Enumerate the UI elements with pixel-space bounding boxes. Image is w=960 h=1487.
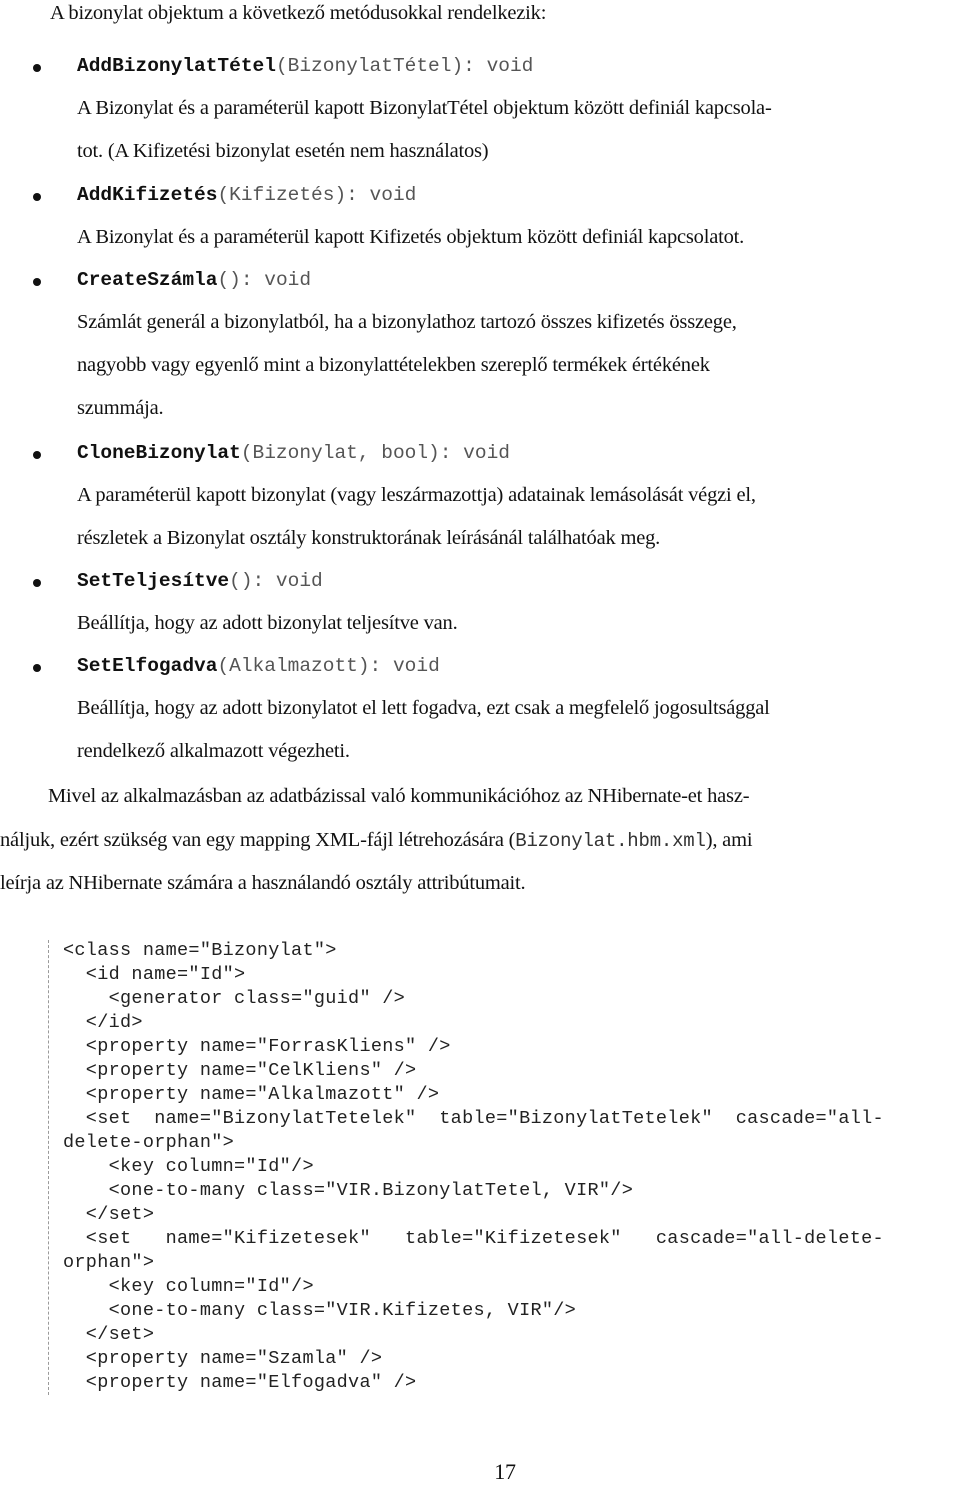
method-params: (Bizonylat, bool): void: [240, 442, 510, 464]
method-name: AddKifizetés: [77, 184, 218, 206]
method-description: Számlát generál a bizonylatból, ha a biz…: [77, 311, 737, 333]
paragraph-text: náljuk, ezért szükség van egy mapping XM…: [0, 829, 516, 851]
code-line: <key column="Id"/>: [63, 1156, 314, 1177]
code-line: <key column="Id"/>: [63, 1276, 314, 1297]
bullet-icon: [33, 664, 41, 672]
method-name: SetElfogadva: [77, 655, 218, 677]
bullet-icon: [33, 579, 41, 587]
code-line: </id>: [63, 1012, 143, 1033]
code-line: <property name="ForrasKliens" />: [63, 1036, 451, 1057]
method-description: szummája.: [77, 397, 164, 419]
method-description: nagyobb vagy egyenlő mint a bizonylattét…: [77, 354, 710, 376]
code-line: <property name="Alkalmazott" />: [63, 1084, 440, 1105]
method-signature: AddBizonylatTétel(BizonylatTétel): void: [77, 55, 533, 77]
filename-code: Bizonylat.hbm.xml: [515, 830, 706, 852]
page-number: 17: [494, 1459, 516, 1484]
method-description: Beállítja, hogy az adott bizonylat telje…: [77, 612, 458, 634]
code-line: <property name="Elfogadva" />: [63, 1372, 417, 1393]
method-signature: SetTeljesítve(): void: [77, 570, 323, 592]
code-line: delete-orphan">: [63, 1132, 235, 1153]
code-line: <property name="CelKliens" />: [63, 1060, 417, 1081]
code-line: <one-to-many class="VIR.Kifizetes, VIR"/…: [63, 1300, 577, 1321]
code-line: <one-to-many class="VIR.BizonylatTetel, …: [63, 1180, 634, 1201]
code-line: <set name="Kifizetesek" table="Kifizetes…: [63, 1228, 884, 1249]
method-signature: CreateSzámla(): void: [77, 269, 311, 291]
method-name: AddBizonylatTétel: [77, 55, 276, 77]
method-description: tot. (A Kifizetési bizonylat esetén nem …: [77, 140, 489, 162]
method-name: CreateSzámla: [77, 269, 218, 291]
code-line: </set>: [63, 1204, 155, 1225]
bullet-icon: [33, 278, 41, 286]
code-block: <class name="Bizonylat"> <id name="Id"> …: [48, 940, 949, 1395]
bullet-icon: [33, 64, 41, 72]
code-line: <property name="Szamla" />: [63, 1348, 383, 1369]
paragraph-line: Mivel az alkalmazásban az adatbázissal v…: [48, 785, 750, 807]
code-line: <class name="Bizonylat">: [63, 940, 337, 961]
intro-text: A bizonylat objektum a következő metódus…: [50, 2, 547, 24]
method-signature: CloneBizonylat(Bizonylat, bool): void: [77, 442, 510, 464]
method-params: (): void: [217, 269, 312, 291]
code-line: <generator class="guid" />: [63, 988, 406, 1009]
method-signature: AddKifizetés(Kifizetés): void: [77, 184, 416, 206]
code-line: orphan">: [63, 1252, 155, 1273]
bullet-icon: [33, 451, 41, 459]
method-description: Beállítja, hogy az adott bizonylatot el …: [77, 697, 770, 719]
method-description: rendelkező alkalmazott végezheti.: [77, 740, 350, 762]
code-line: <id name="Id">: [63, 964, 246, 985]
method-signature: SetElfogadva(Alkalmazott): void: [77, 655, 440, 677]
method-description: A Bizonylat és a paraméterül kapott Kifi…: [77, 226, 745, 248]
bullet-icon: [33, 193, 41, 201]
paragraph-text: ), ami: [705, 829, 753, 851]
method-description: A Bizonylat és a paraméterül kapott Bizo…: [77, 97, 772, 119]
method-description: A paraméterül kapott bizonylat (vagy les…: [77, 484, 756, 506]
paragraph-line: náljuk, ezért szükség van egy mapping XM…: [0, 829, 753, 852]
code-line: </set>: [63, 1324, 155, 1345]
method-params: (BizonylatTétel): void: [275, 55, 534, 77]
method-params: (Alkalmazott): void: [217, 655, 440, 677]
method-name: CloneBizonylat: [77, 442, 241, 464]
code-line: <set name="BizonylatTetelek" table="Bizo…: [63, 1108, 884, 1129]
method-params: (Kifizetés): void: [217, 184, 417, 206]
paragraph-line: leírja az NHibernate számára a használan…: [0, 872, 526, 894]
method-params: (): void: [229, 570, 323, 592]
method-name: SetTeljesítve: [77, 570, 230, 592]
method-description: részletek a Bizonylat osztály konstrukto…: [77, 527, 661, 549]
